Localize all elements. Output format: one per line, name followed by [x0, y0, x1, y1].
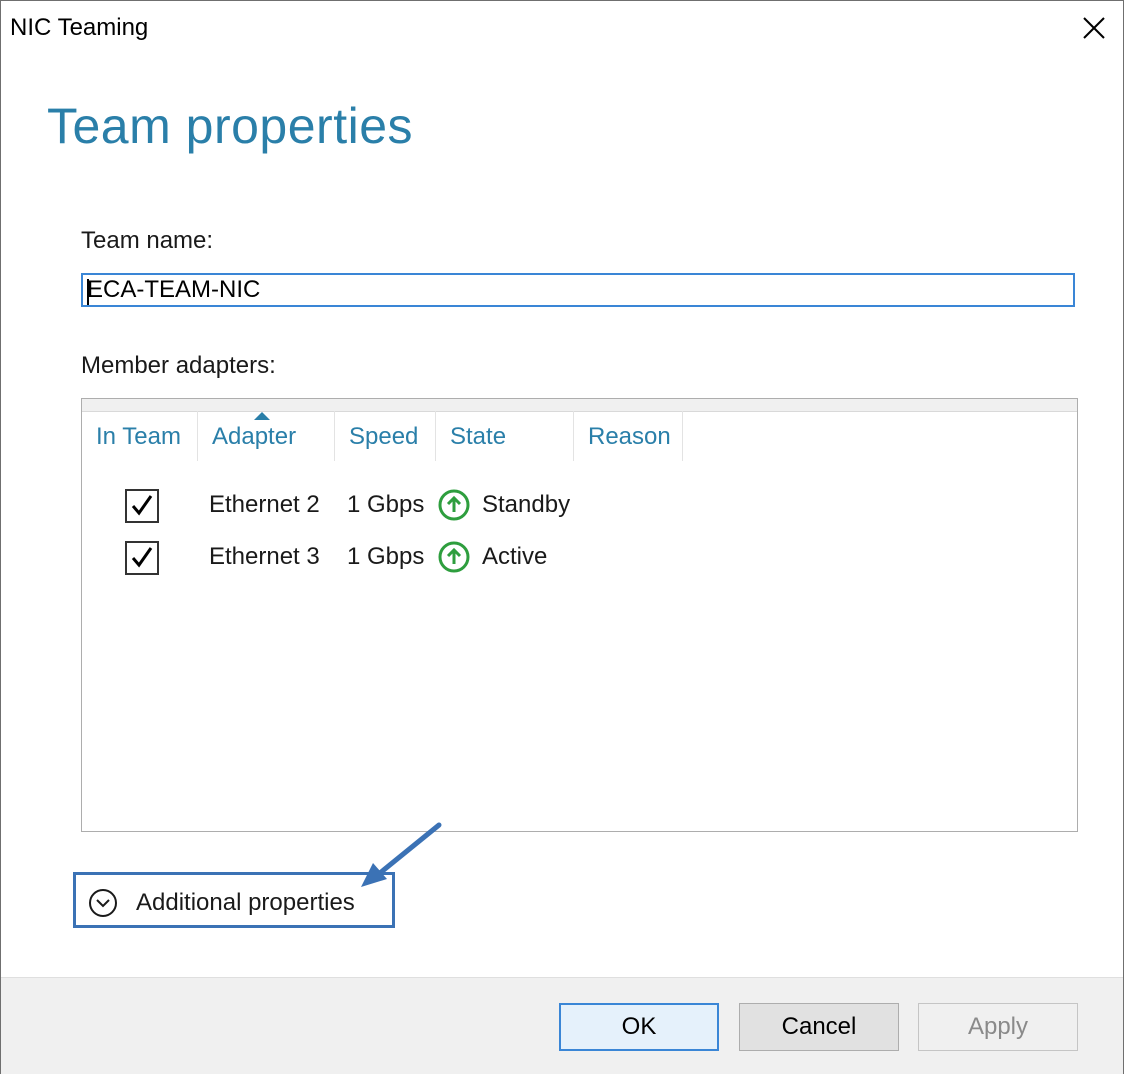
adapter-name: Ethernet 2 [209, 491, 320, 518]
dialog-footer: OK Cancel Apply [1, 977, 1123, 1074]
table-row[interactable]: Ethernet 2 1 Gbps Standby [82, 481, 1077, 533]
member-adapters-list[interactable]: In Team Adapter Speed State Reason Ether… [81, 398, 1078, 832]
column-header-speed[interactable]: Speed [335, 411, 436, 461]
up-arrow-circle-icon [438, 489, 470, 521]
chevron-down-circle-icon [89, 889, 117, 917]
ok-button[interactable]: OK [559, 1003, 719, 1051]
column-header-reason[interactable]: Reason [574, 411, 683, 461]
adapter-state: Active [482, 543, 548, 570]
close-button[interactable] [1079, 13, 1109, 43]
checkmark-icon [131, 547, 153, 568]
table-row[interactable]: Ethernet 3 1 Gbps Active [82, 533, 1077, 585]
page-title: Team properties [47, 98, 413, 154]
adapter-name: Ethernet 3 [209, 543, 320, 570]
text-caret [87, 279, 89, 305]
adapter-state: Standby [482, 491, 571, 518]
title-bar: NIC Teaming [1, 1, 1123, 57]
window-title: NIC Teaming [10, 14, 149, 41]
team-name-label: Team name: [81, 227, 214, 254]
additional-properties-label: Additional properties [136, 889, 355, 916]
member-adapters-label: Member adapters: [81, 352, 276, 379]
up-arrow-circle-icon [438, 541, 470, 573]
cancel-button[interactable]: Cancel [739, 1003, 899, 1051]
in-team-checkbox[interactable] [125, 489, 159, 523]
sort-ascending-icon [254, 412, 270, 420]
close-icon [1083, 17, 1105, 39]
adapter-speed: 1 Gbps [347, 491, 425, 518]
annotation-arrow-icon [361, 822, 442, 887]
in-team-checkbox[interactable] [125, 541, 159, 575]
column-header-state[interactable]: State [436, 411, 574, 461]
adapter-speed: 1 Gbps [347, 543, 425, 570]
additional-properties-toggle[interactable]: Additional properties [73, 872, 395, 928]
apply-button[interactable]: Apply [918, 1003, 1078, 1051]
column-header-in-team[interactable]: In Team [82, 411, 198, 461]
checkmark-icon [131, 495, 153, 516]
nic-teaming-dialog: NIC Teaming Team properties Team name: M… [0, 0, 1124, 1074]
team-name-input[interactable] [81, 273, 1075, 307]
